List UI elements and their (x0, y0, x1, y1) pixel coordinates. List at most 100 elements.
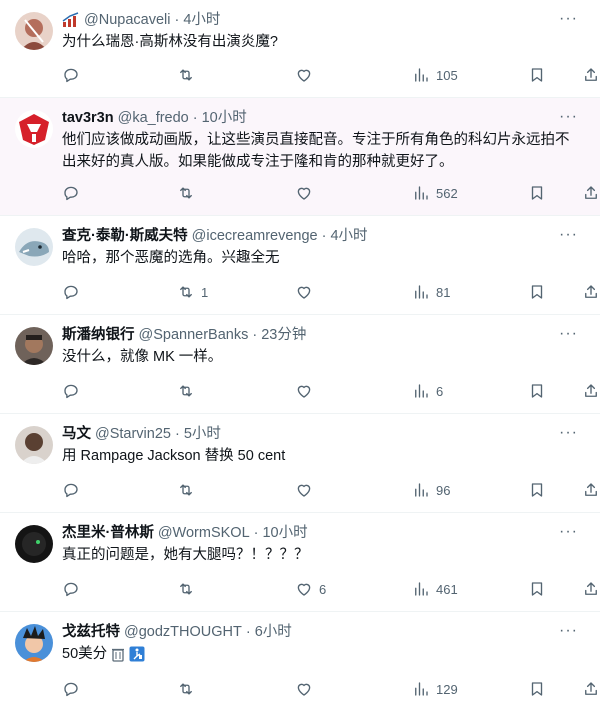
retweet-icon (180, 484, 192, 496)
like-button[interactable] (295, 184, 319, 202)
view-count: 129 (436, 681, 458, 697)
reply-button[interactable] (62, 680, 86, 698)
timestamp[interactable]: 4小时 (183, 10, 220, 30)
views-button[interactable]: 81 (412, 283, 450, 301)
views-button[interactable]: 461 (412, 580, 458, 598)
bookmark-button[interactable] (528, 481, 546, 499)
reply-button[interactable] (62, 66, 86, 84)
share-icon (585, 483, 597, 496)
user-handle[interactable]: @ka_fredo (118, 108, 189, 128)
retweet-button[interactable]: 1 (177, 283, 208, 301)
like-button[interactable]: 6 (295, 580, 326, 598)
more-icon[interactable]: ··· (559, 425, 578, 441)
views-icon (415, 68, 428, 82)
more-icon[interactable]: ··· (559, 623, 578, 639)
user-handle[interactable]: @WormSKOL (158, 523, 250, 543)
tweet[interactable]: tav3r3n @ka_fredo · 10小时 他们应该做成动画版，让这些演员… (0, 98, 600, 216)
timestamp[interactable]: 10小时 (202, 108, 247, 128)
user-handle[interactable]: @Nupacaveli (84, 10, 170, 30)
retweet-button[interactable] (177, 680, 201, 698)
reply-button[interactable] (62, 382, 86, 400)
more-icon[interactable]: ··· (559, 109, 578, 125)
views-button[interactable]: 96 (412, 481, 450, 499)
share-button[interactable] (582, 680, 600, 698)
avatar[interactable] (15, 110, 53, 148)
bookmark-button[interactable] (528, 680, 546, 698)
display-name[interactable]: 杰里米·普林斯 (62, 523, 154, 543)
tweet[interactable]: 斯潘纳银行 @SpannerBanks · 23分钟 没什么，就像 MK 一样。… (0, 315, 600, 414)
heart-icon (297, 286, 311, 299)
views-button[interactable]: 562 (412, 184, 458, 202)
avatar[interactable] (15, 228, 53, 266)
views-button[interactable]: 129 (412, 680, 458, 698)
reply-icon (64, 582, 78, 597)
reply-button[interactable] (62, 580, 86, 598)
display-name[interactable]: 戈兹托特 (62, 622, 120, 642)
like-button[interactable] (295, 481, 319, 499)
heart-icon (297, 187, 311, 200)
retweet-button[interactable] (177, 580, 201, 598)
retweet-button[interactable] (177, 184, 201, 202)
bookmark-button[interactable] (528, 184, 546, 202)
user-handle[interactable]: @godzTHOUGHT (124, 622, 242, 642)
tweet[interactable]: 马文 @Starvin25 · 5小时 用 Rampage Jackson 替换… (0, 414, 600, 513)
display-name[interactable]: tav3r3n (62, 108, 114, 128)
share-button[interactable] (582, 382, 600, 400)
views-button[interactable]: 105 (412, 66, 458, 84)
bookmark-button[interactable] (528, 66, 546, 84)
avatar[interactable] (15, 327, 53, 365)
heart-icon (297, 583, 311, 596)
timestamp[interactable]: 23分钟 (261, 325, 306, 345)
more-icon[interactable]: ··· (559, 326, 578, 342)
retweet-icon (180, 286, 192, 298)
views-icon (415, 285, 428, 299)
tweet[interactable]: 戈兹托特 @godzTHOUGHT · 6小时 50美分 ··· 129 (0, 612, 600, 711)
tweet-text: 50美分 (62, 643, 582, 665)
avatar[interactable] (15, 426, 53, 464)
display-name[interactable]: 马文 (62, 424, 91, 444)
bookmark-button[interactable] (528, 382, 546, 400)
bookmark-button[interactable] (528, 283, 546, 301)
avatar[interactable] (15, 525, 53, 563)
reply-button[interactable] (62, 184, 86, 202)
like-button[interactable] (295, 66, 319, 84)
share-button[interactable] (582, 481, 600, 499)
retweet-button[interactable] (177, 382, 201, 400)
like-button[interactable] (295, 382, 319, 400)
tweet[interactable]: 杰里米·普林斯 @WormSKOL · 10小时 真正的问题是，她有大腿吗？！？… (0, 513, 600, 612)
timestamp[interactable]: 4小时 (330, 226, 367, 246)
share-button[interactable] (582, 580, 600, 598)
heart-icon (297, 683, 311, 696)
reply-button[interactable] (62, 481, 86, 499)
share-icon (585, 186, 597, 199)
share-button[interactable] (582, 66, 600, 84)
reply-button[interactable] (62, 283, 86, 301)
timestamp[interactable]: 10小时 (262, 523, 307, 543)
tweet[interactable]: @Nupacaveli · 4小时 为什么瑞恩·高斯林没有出演炎魔? ··· 1… (0, 0, 600, 98)
retweet-button[interactable] (177, 66, 201, 84)
reply-icon (64, 682, 78, 697)
timestamp[interactable]: 6小时 (255, 622, 292, 642)
more-icon[interactable]: ··· (559, 11, 578, 27)
share-button[interactable] (582, 184, 600, 202)
tweet[interactable]: 查克·泰勒·斯威夫特 @icecreamrevenge · 4小时 哈哈，那个恶… (0, 216, 600, 315)
user-handle[interactable]: @icecreamrevenge (192, 226, 318, 246)
timestamp[interactable]: 5小时 (184, 424, 221, 444)
avatar[interactable] (15, 12, 53, 50)
share-icon (585, 384, 597, 397)
display-name[interactable]: 斯潘纳银行 (62, 325, 135, 345)
user-handle[interactable]: @SpannerBanks (139, 325, 249, 345)
user-handle[interactable]: @Starvin25 (95, 424, 171, 444)
bookmark-button[interactable] (528, 580, 546, 598)
views-button[interactable]: 6 (412, 382, 443, 400)
more-icon[interactable]: ··· (559, 227, 578, 243)
more-icon[interactable]: ··· (559, 524, 578, 540)
avatar[interactable] (15, 624, 53, 662)
bookmark-icon (531, 483, 543, 497)
share-button[interactable] (582, 283, 600, 301)
tweet-text: 为什么瑞恩·高斯林没有出演炎魔? (62, 34, 278, 50)
like-button[interactable] (295, 283, 319, 301)
display-name[interactable]: 查克·泰勒·斯威夫特 (62, 226, 188, 246)
like-button[interactable] (295, 680, 319, 698)
retweet-button[interactable] (177, 481, 201, 499)
